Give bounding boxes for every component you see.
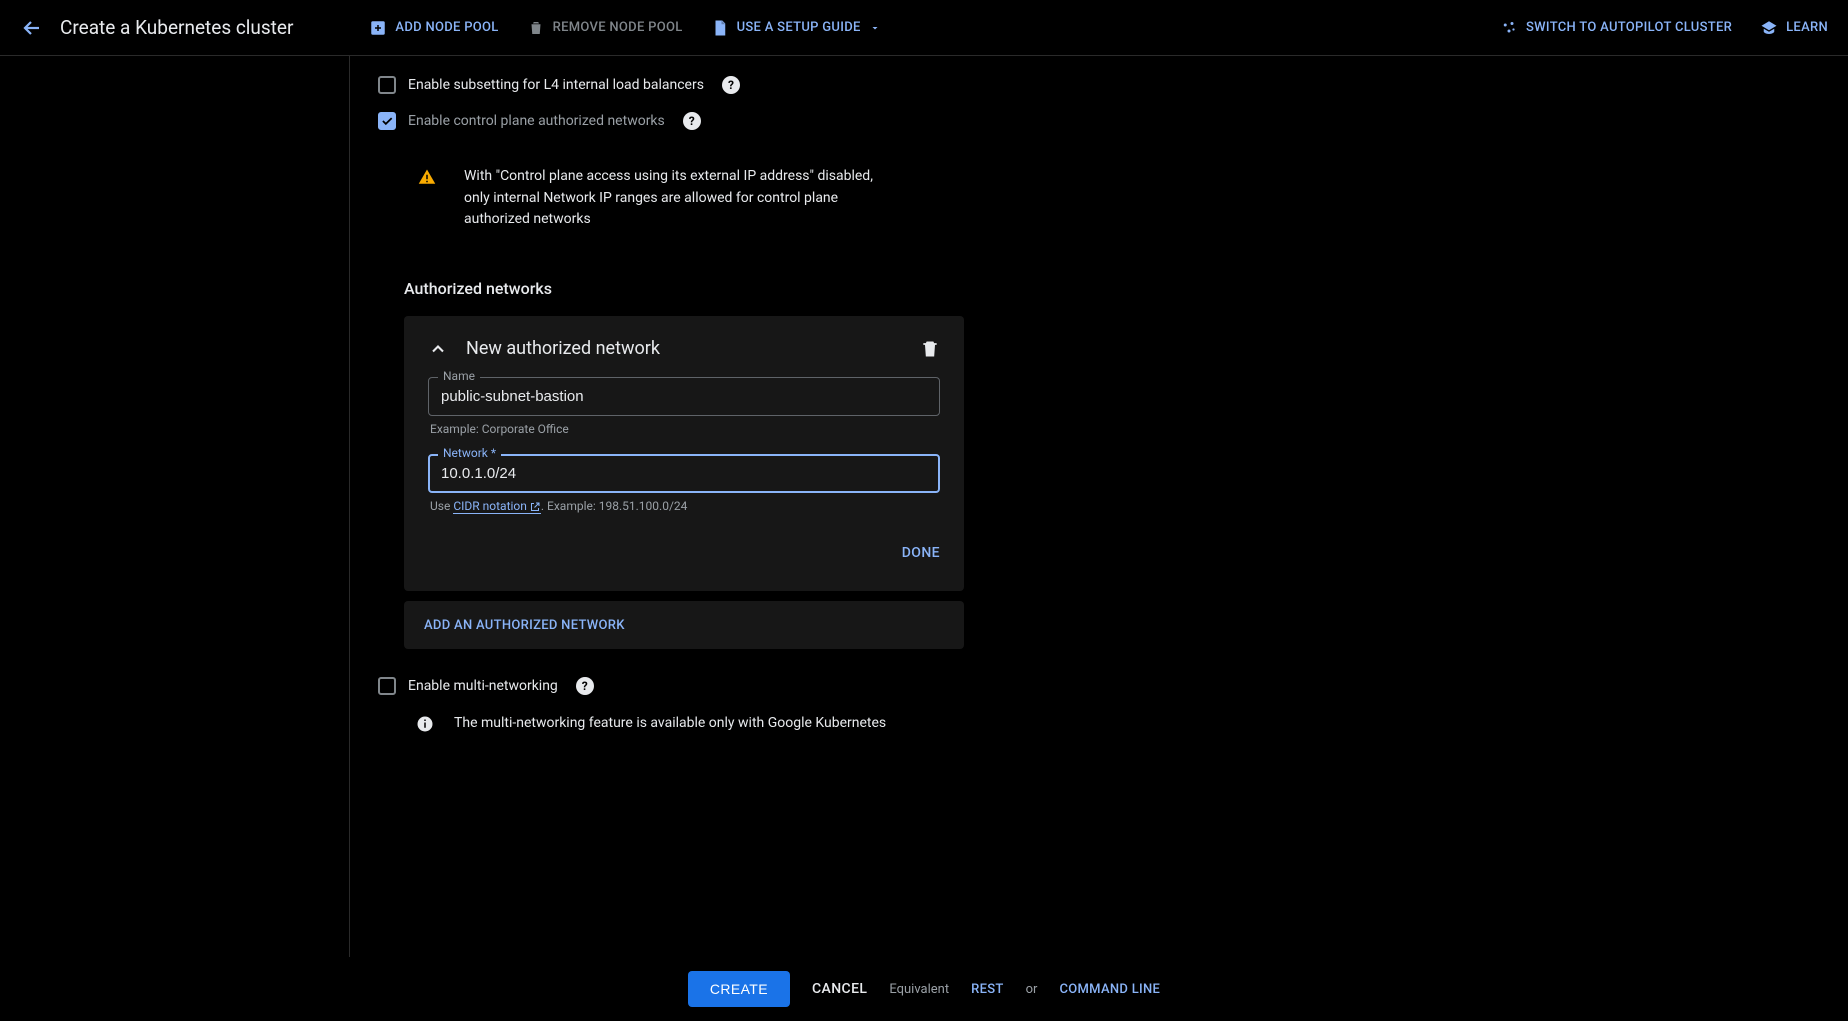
info-icon (416, 715, 434, 735)
network-hint: Use CIDR notation. Example: 198.51.100.0… (430, 499, 940, 513)
footer-bar: CREATE CANCEL Equivalent REST or COMMAND… (0, 957, 1848, 1021)
back-arrow-icon[interactable] (20, 16, 44, 40)
trash-icon (527, 19, 545, 37)
multi-networking-checkbox[interactable] (378, 677, 396, 695)
command-line-link[interactable]: COMMAND LINE (1059, 982, 1160, 997)
warning-icon (418, 168, 436, 231)
or-label: or (1026, 982, 1038, 997)
document-icon (711, 19, 729, 37)
multi-networking-label: Enable multi-networking (408, 678, 558, 694)
help-icon[interactable]: ? (722, 76, 740, 94)
warning-text: With "Control plane access using its ext… (464, 166, 884, 231)
multi-networking-checkbox-row: Enable multi-networking ? (378, 677, 1848, 695)
remove-node-pool-button[interactable]: REMOVE NODE POOL (527, 19, 683, 37)
left-sidebar (0, 56, 350, 957)
help-icon[interactable]: ? (576, 677, 594, 695)
top-toolbar: Create a Kubernetes cluster ADD NODE POO… (0, 0, 1848, 56)
authorized-networks-checkbox[interactable] (378, 112, 396, 130)
card-title: New authorized network (466, 338, 902, 359)
authorized-network-card: New authorized network Name Example: Cor… (404, 316, 964, 591)
cancel-button[interactable]: CANCEL (812, 981, 867, 997)
use-setup-guide-button[interactable]: USE A SETUP GUIDE (711, 19, 881, 37)
network-cidr-field: Network * (428, 454, 940, 493)
network-label: Network * (438, 446, 501, 460)
l4-subsetting-label: Enable subsetting for L4 internal load b… (408, 77, 704, 93)
network-name-input[interactable] (428, 377, 940, 416)
help-icon[interactable]: ? (683, 112, 701, 130)
warning-callout: With "Control plane access using its ext… (378, 148, 938, 249)
delete-network-button[interactable] (920, 339, 940, 359)
name-hint: Example: Corporate Office (430, 422, 940, 436)
graduation-cap-icon (1760, 19, 1778, 37)
rest-link[interactable]: REST (971, 982, 1004, 997)
network-cidr-input[interactable] (428, 454, 940, 493)
authorized-networks-heading: Authorized networks (404, 279, 1848, 298)
chevron-down-icon (869, 22, 881, 34)
l4-subsetting-checkbox-row: Enable subsetting for L4 internal load b… (378, 76, 1848, 94)
autopilot-icon (1500, 19, 1518, 37)
cidr-notation-link[interactable]: CIDR notation (453, 499, 541, 514)
learn-button[interactable]: LEARN (1760, 19, 1828, 37)
multi-networking-info: The multi-networking feature is availabl… (416, 713, 1848, 735)
add-authorized-network-button[interactable]: ADD AN AUTHORIZED NETWORK (424, 618, 625, 633)
collapse-chevron-up-icon[interactable] (428, 339, 448, 359)
external-link-icon (529, 501, 541, 513)
authorized-networks-label: Enable control plane authorized networks (408, 113, 665, 129)
network-name-field: Name (428, 377, 940, 416)
switch-autopilot-button[interactable]: SWITCH TO AUTOPILOT CLUSTER (1500, 19, 1732, 37)
multi-networking-info-text: The multi-networking feature is availabl… (454, 713, 886, 735)
page-title: Create a Kubernetes cluster (60, 16, 293, 39)
main-content: Enable subsetting for L4 internal load b… (350, 56, 1848, 957)
create-button[interactable]: CREATE (688, 971, 790, 1007)
equivalent-label: Equivalent (889, 982, 949, 997)
l4-subsetting-checkbox[interactable] (378, 76, 396, 94)
add-authorized-network-bar: ADD AN AUTHORIZED NETWORK (404, 601, 964, 649)
name-label: Name (438, 369, 480, 383)
authorized-networks-checkbox-row: Enable control plane authorized networks… (378, 112, 1848, 130)
plus-box-icon (369, 19, 387, 37)
add-node-pool-button[interactable]: ADD NODE POOL (369, 19, 498, 37)
done-button[interactable]: DONE (902, 537, 940, 569)
